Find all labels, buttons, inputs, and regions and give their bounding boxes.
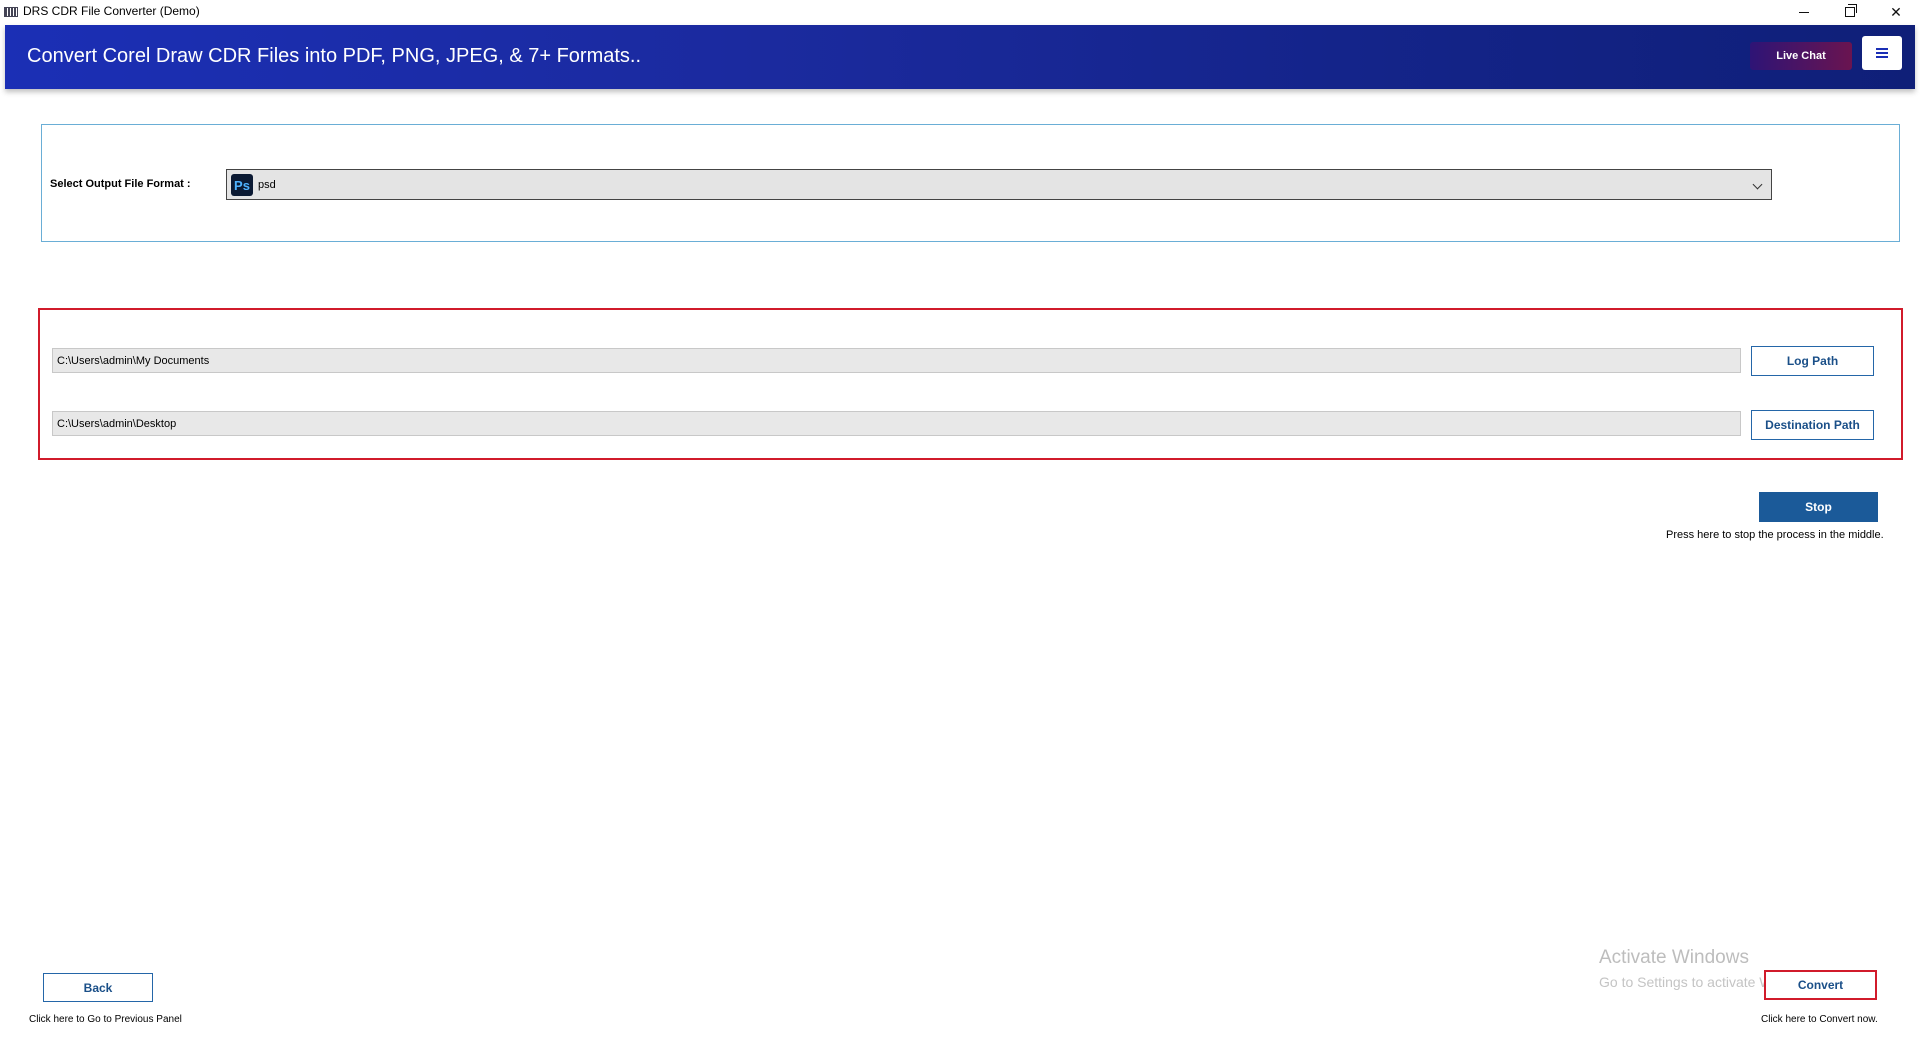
convert-button[interactable]: Convert: [1764, 970, 1877, 1000]
log-path-input[interactable]: C:\Users\admin\My Documents: [52, 348, 1741, 373]
window-title: DRS CDR File Converter (Demo): [23, 4, 200, 18]
app-icon: [4, 7, 18, 17]
destination-path-input[interactable]: C:\Users\admin\Desktop: [52, 411, 1741, 436]
output-format-label: Select Output File Format :: [50, 178, 191, 190]
chevron-down-icon: [1752, 179, 1763, 190]
activate-windows-title: Activate Windows: [1599, 947, 1749, 968]
hamburger-icon: [1876, 48, 1888, 58]
restore-button[interactable]: [1827, 0, 1873, 24]
minimize-icon: [1799, 11, 1809, 13]
close-button[interactable]: ✕: [1873, 0, 1919, 24]
destination-path-button[interactable]: Destination Path: [1751, 410, 1874, 440]
back-hint: Click here to Go to Previous Panel: [29, 1014, 182, 1025]
live-chat-button[interactable]: Live Chat: [1750, 42, 1852, 70]
back-button[interactable]: Back: [43, 973, 153, 1002]
path-panel: [38, 308, 1903, 460]
restore-icon: [1845, 4, 1857, 17]
header-banner: Convert Corel Draw CDR Files into PDF, P…: [5, 25, 1915, 89]
output-format-dropdown[interactable]: Ps psd: [226, 169, 1772, 200]
menu-button[interactable]: [1862, 36, 1902, 70]
output-format-value: psd: [258, 179, 276, 191]
close-icon: ✕: [1890, 3, 1902, 20]
photoshop-icon: Ps: [231, 174, 253, 196]
stop-button[interactable]: Stop: [1759, 492, 1878, 522]
log-path-button[interactable]: Log Path: [1751, 346, 1874, 376]
minimize-button[interactable]: [1781, 0, 1827, 24]
convert-hint: Click here to Convert now.: [1761, 1014, 1878, 1025]
header-title: Convert Corel Draw CDR Files into PDF, P…: [27, 45, 642, 67]
stop-hint: Press here to stop the process in the mi…: [1666, 529, 1884, 541]
window-titlebar: DRS CDR File Converter (Demo) ✕: [0, 0, 1920, 24]
